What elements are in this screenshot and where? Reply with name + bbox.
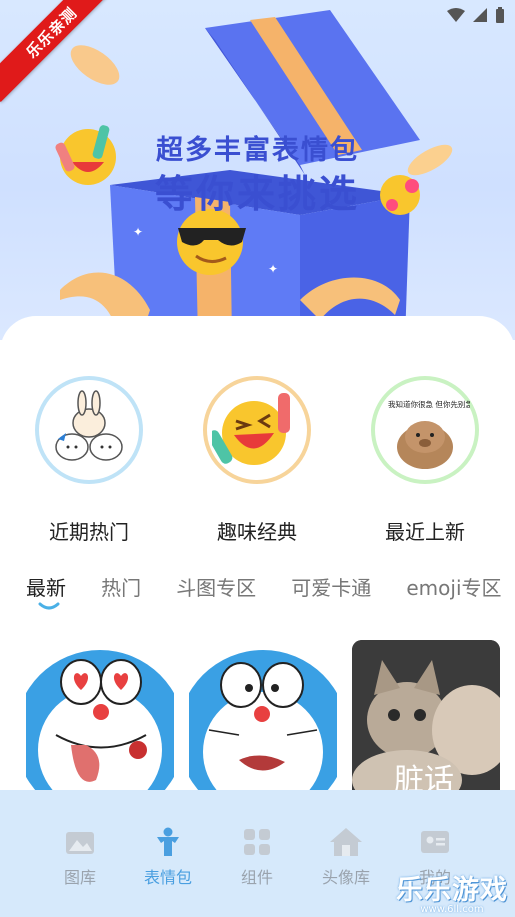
tab-latest[interactable]: 最新 — [26, 572, 66, 601]
nav-avatars[interactable]: 头像库 — [311, 826, 381, 888]
hero-banner[interactable]: ✦ ✦ 乐乐亲测 超多丰富表情包 等你来挑选 — [0, 0, 515, 340]
svg-text:✦: ✦ — [133, 225, 143, 239]
nav-label-emoji: 表情包 — [143, 868, 192, 887]
doraemon-heart-eyes-icon — [26, 650, 174, 800]
emoji-person-icon — [157, 827, 179, 856]
sticker-grid: 脏话 — [26, 640, 515, 800]
battery-icon — [496, 7, 504, 23]
wifi-icon — [447, 8, 465, 22]
sticker-card-2[interactable] — [189, 640, 337, 800]
svg-text:✦: ✦ — [268, 262, 278, 276]
active-tab-indicator — [38, 602, 60, 610]
sticker-caption: 我知道你很急 但你先别急 — [388, 399, 470, 409]
laughing-emoji-icon — [203, 376, 311, 484]
hero-title-line2: 等你来挑选 — [154, 172, 360, 216]
nav-label-gallery: 图库 — [63, 868, 96, 887]
brand-watermark-name: 乐乐游戏 — [396, 875, 508, 906]
tab-cute-cartoon[interactable]: 可爱卡通 — [291, 572, 371, 601]
profile-card-icon — [421, 831, 449, 853]
doraemon-worried-icon — [189, 650, 337, 800]
nav-emoji[interactable]: 表情包 — [133, 826, 203, 888]
bunny-bear-sticker-icon — [35, 376, 143, 484]
home-icon — [330, 828, 362, 856]
category-label-new: 最近上新 — [385, 520, 465, 544]
cat-meme-icon: 脏话 — [352, 640, 500, 800]
nav-label-widgets: 组件 — [240, 868, 273, 887]
nav-gallery[interactable]: 图库 — [45, 826, 115, 888]
capybara-sticker-icon: 我知道你很急 但你先别急 — [371, 376, 479, 484]
tab-meme-battle[interactable]: 斗图专区 — [176, 572, 256, 601]
tab-emoji[interactable]: emoji专区 — [406, 572, 501, 601]
nav-label-avatars: 头像库 — [321, 868, 370, 887]
category-classic[interactable]: 趣味经典 — [182, 376, 332, 545]
category-new[interactable]: 我知道你很急 但你先别急 最近上新 — [350, 376, 500, 545]
brand-watermark: 乐乐游戏 www.6ll.com — [393, 868, 511, 916]
grid-icon — [244, 829, 270, 855]
nav-widgets[interactable]: 组件 — [222, 826, 292, 888]
category-row: 近期热门 趣味经典 我知道你很急 但你先别急 最近上新 — [0, 376, 515, 546]
tab-hot[interactable]: 热门 — [101, 572, 141, 601]
signal-icon — [473, 8, 487, 22]
category-hot[interactable]: 近期热门 — [14, 376, 164, 545]
sticker-card-1[interactable] — [26, 640, 174, 800]
category-label-classic: 趣味经典 — [217, 520, 297, 544]
sticker-card-3[interactable]: 脏话 — [352, 640, 500, 800]
tab-bar: 最新 热门 斗图专区 可爱卡通 emoji专区 — [26, 572, 515, 622]
category-label-hot: 近期热门 — [49, 520, 129, 544]
gallery-icon — [66, 832, 94, 854]
hero-title-line1: 超多丰富表情包 — [156, 135, 359, 166]
